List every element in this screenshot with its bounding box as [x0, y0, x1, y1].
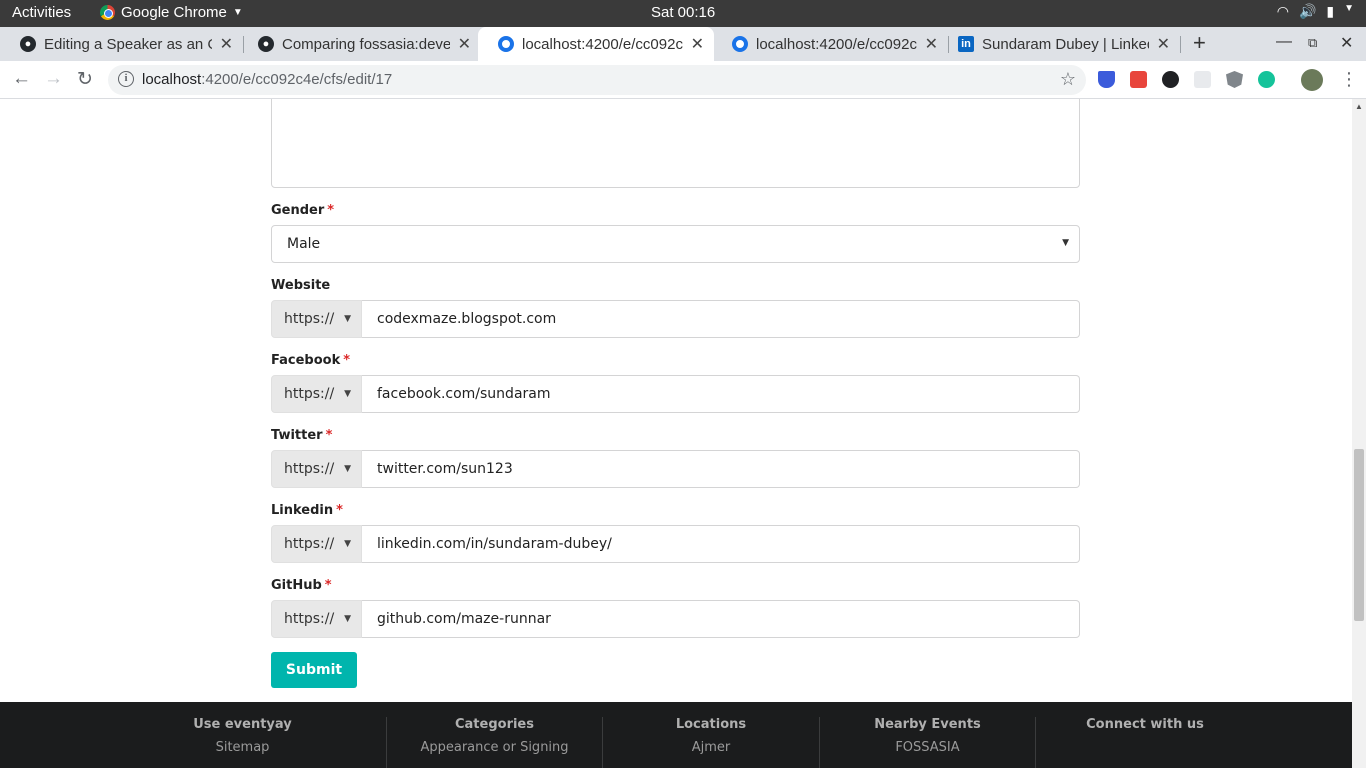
site-footer: Use eventyay Sitemap Categories Appearan…	[0, 702, 1352, 768]
window-close-button[interactable]: ✕	[1340, 33, 1353, 53]
facebook-input[interactable]: facebook.com/sundaram	[362, 375, 1080, 413]
back-button[interactable]: ←	[12, 68, 31, 90]
angular-extension-icon[interactable]	[1226, 71, 1243, 88]
tab-title: Editing a Speaker as an O	[44, 35, 212, 53]
extension-blank-icon[interactable]	[1194, 71, 1211, 88]
linkedin-input[interactable]: linkedin.com/in/sundaram-dubey/	[362, 525, 1080, 563]
close-icon[interactable]: ✕	[925, 34, 938, 54]
tab-localhost-active[interactable]: localhost:4200/e/cc092c4 ✕	[478, 27, 714, 61]
download-extension-icon[interactable]	[1162, 71, 1179, 88]
url-text[interactable]: localhost:4200/e/cc092c4e/cfs/edit/17	[142, 71, 392, 88]
close-icon[interactable]: ✕	[458, 34, 471, 54]
close-icon[interactable]: ✕	[1157, 34, 1170, 54]
activities-button[interactable]: Activities	[12, 4, 71, 21]
caret-down-icon: ▼	[344, 539, 351, 549]
tab-strip: ● Editing a Speaker as an O ✕ ● Comparin…	[0, 27, 1366, 61]
grammarly-extension-icon[interactable]	[1258, 71, 1275, 88]
tab-title: localhost:4200/e/cc092c4	[756, 35, 917, 53]
info-icon[interactable]: i	[118, 71, 134, 87]
minimize-button[interactable]: —	[1276, 33, 1292, 51]
footer-link[interactable]: Appearance or Signing	[387, 740, 602, 755]
volume-icon: 🔊	[1298, 3, 1317, 19]
footer-link[interactable]: FOSSASIA	[820, 740, 1035, 755]
chevron-down-icon: ▼	[232, 7, 243, 18]
new-tab-button[interactable]: +	[1193, 30, 1206, 56]
github-label: GitHub *	[271, 578, 332, 593]
scrollbar-thumb[interactable]	[1354, 449, 1364, 621]
caret-down-icon: ▼	[344, 614, 351, 624]
caret-down-icon: ▼	[344, 389, 351, 399]
tab-localhost[interactable]: localhost:4200/e/cc092c4 ✕	[712, 27, 948, 61]
footer-column-locations: Locations Ajmer	[603, 717, 819, 768]
menu-icon[interactable]: ⋮	[1340, 69, 1358, 90]
chromium-icon	[732, 36, 748, 52]
gender-label: Gender *	[271, 203, 335, 218]
twitter-protocol-dropdown[interactable]: https://▼	[271, 450, 362, 488]
tab-editing-speaker[interactable]: ● Editing a Speaker as an O ✕	[0, 27, 243, 61]
facebook-protocol-dropdown[interactable]: https://▼	[271, 375, 362, 413]
facebook-input-group: https://▼ facebook.com/sundaram	[271, 375, 1080, 413]
footer-column-connect: Connect with us	[1086, 717, 1204, 732]
github-icon: ●	[258, 36, 274, 52]
extension-e-icon[interactable]	[1130, 71, 1147, 88]
facebook-label: Facebook *	[271, 353, 351, 368]
github-input-group: https://▼ github.com/maze-runnar	[271, 600, 1080, 638]
twitter-input-group: https://▼ twitter.com/sun123	[271, 450, 1080, 488]
tab-title: localhost:4200/e/cc092c4	[522, 35, 683, 53]
scroll-up-icon[interactable]: ▲	[1355, 102, 1363, 111]
reload-button[interactable]: ↻	[77, 68, 93, 91]
browser-toolbar: ← → ↻ i localhost:4200/e/cc092c4e/cfs/ed…	[0, 61, 1366, 99]
bitwarden-extension-icon[interactable]	[1098, 71, 1115, 88]
tab-comparing-fossasia[interactable]: ● Comparing fossasia:deve ✕	[238, 27, 481, 61]
page-viewport: Gender * Male ▼ Website https://▼ codexma…	[0, 99, 1352, 768]
github-input[interactable]: github.com/maze-runnar	[362, 600, 1080, 638]
linkedin-protocol-dropdown[interactable]: https://▼	[271, 525, 362, 563]
address-bar[interactable]: i localhost:4200/e/cc092c4e/cfs/edit/17 …	[108, 65, 1086, 95]
chrome-icon	[100, 5, 115, 20]
website-protocol-dropdown[interactable]: https://▼	[271, 300, 362, 338]
footer-link[interactable]: Ajmer	[603, 740, 819, 755]
system-tray[interactable]: ◠ 🔊 ▮ ▼	[1277, 3, 1354, 20]
biography-textarea[interactable]	[271, 99, 1080, 188]
footer-column-use-eventyay: Use eventyay Sitemap	[100, 717, 385, 768]
chromium-icon	[498, 36, 514, 52]
bookmark-star-icon[interactable]: ☆	[1060, 69, 1076, 90]
forward-button[interactable]: →	[44, 68, 63, 90]
github-icon: ●	[20, 36, 36, 52]
gender-select[interactable]: Male ▼	[271, 225, 1080, 263]
linkedin-label: Linkedin *	[271, 503, 343, 518]
submit-button[interactable]: Submit	[271, 652, 357, 688]
footer-link[interactable]: Sitemap	[100, 740, 385, 755]
website-label: Website	[271, 278, 331, 293]
page-scrollbar[interactable]: ▲	[1352, 99, 1366, 768]
profile-avatar[interactable]	[1301, 69, 1323, 91]
caret-down-icon: ▼	[344, 314, 351, 324]
twitter-input[interactable]: twitter.com/sun123	[362, 450, 1080, 488]
tab-linkedin[interactable]: in Sundaram Dubey | Linked ✕	[938, 27, 1180, 61]
app-menu[interactable]: Google Chrome ▼	[100, 4, 243, 21]
website-input[interactable]: codexmaze.blogspot.com	[362, 300, 1080, 338]
wifi-icon: ◠	[1276, 3, 1289, 19]
tab-title: Sundaram Dubey | Linked	[982, 35, 1149, 53]
chevron-down-icon: ▼	[1344, 3, 1354, 14]
linkedin-input-group: https://▼ linkedin.com/in/sundaram-dubey…	[271, 525, 1080, 563]
battery-icon: ▮	[1326, 3, 1335, 19]
close-icon[interactable]: ✕	[691, 34, 704, 54]
app-name: Google Chrome	[121, 4, 227, 21]
footer-column-categories: Categories Appearance or Signing	[387, 717, 602, 768]
close-icon[interactable]: ✕	[220, 34, 233, 54]
footer-column-nearby-events: Nearby Events FOSSASIA	[820, 717, 1035, 768]
clock[interactable]: Sat 00:16	[651, 4, 715, 21]
caret-down-icon: ▼	[344, 464, 351, 474]
website-input-group: https://▼ codexmaze.blogspot.com	[271, 300, 1080, 338]
maximize-button[interactable]: ⧉	[1308, 35, 1317, 51]
linkedin-icon: in	[958, 36, 974, 52]
system-top-bar: Activities Google Chrome ▼ Sat 00:16 ◠ 🔊…	[0, 0, 1366, 27]
tab-title: Comparing fossasia:deve	[282, 35, 450, 53]
caret-down-icon: ▼	[1062, 238, 1069, 248]
twitter-label: Twitter *	[271, 428, 333, 443]
github-protocol-dropdown[interactable]: https://▼	[271, 600, 362, 638]
